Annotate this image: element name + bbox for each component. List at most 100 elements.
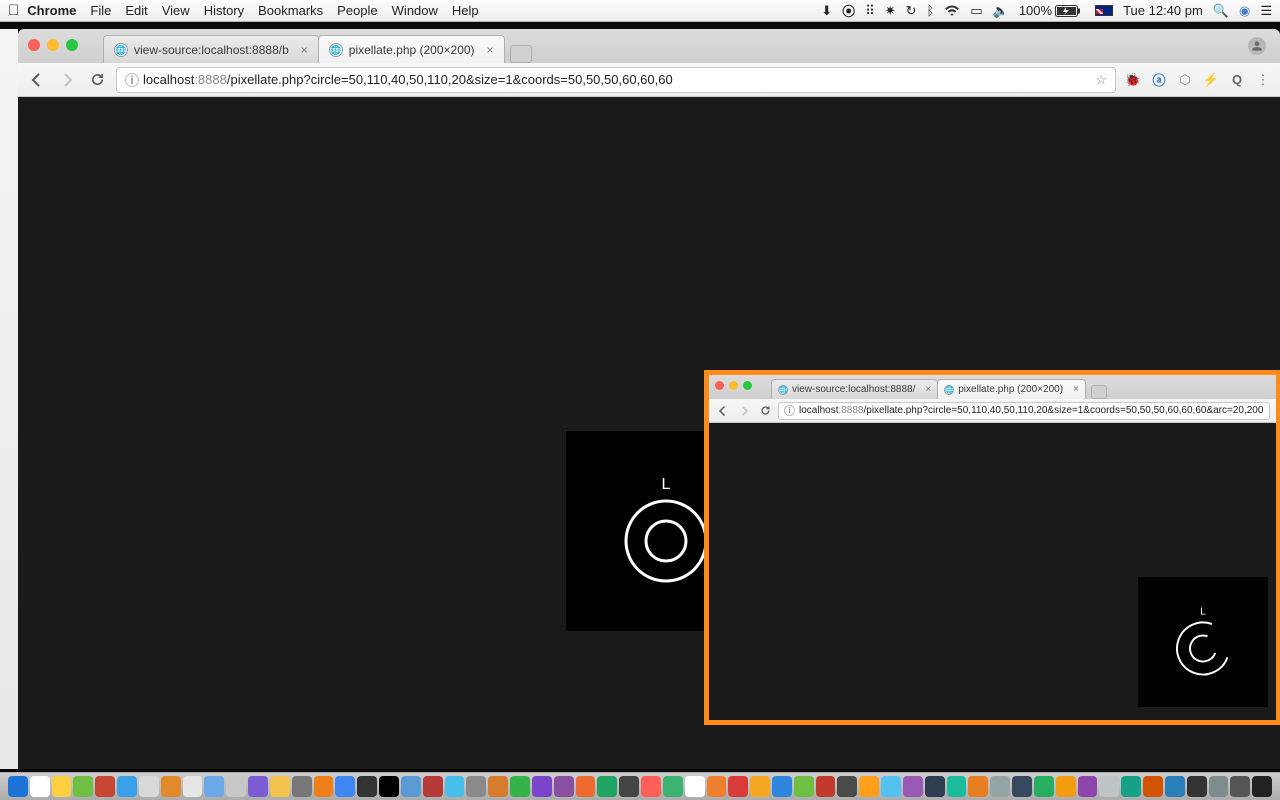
menubar-wifi-icon[interactable]	[944, 5, 960, 17]
nav-back-button[interactable]	[26, 69, 48, 91]
dock-app-icon[interactable]	[1099, 776, 1119, 797]
nav-forward-button[interactable]	[736, 403, 752, 419]
dock-app-icon[interactable]	[270, 776, 290, 797]
menubar-extra-download-icon[interactable]: ⬇︎	[821, 3, 832, 19]
address-bar[interactable]: i localhost:8888/pixellate.php?circle=50…	[778, 402, 1270, 420]
browser-tab-1[interactable]: 🌐 view-source:localhost:8888/b ×	[103, 35, 319, 63]
dock-app-icon[interactable]	[445, 776, 465, 797]
dock-app-icon[interactable]	[728, 776, 748, 797]
dock-app-icon[interactable]	[947, 776, 967, 797]
menubar-extra-timemachine-icon[interactable]: ↻	[906, 3, 917, 19]
dock-app-icon[interactable]	[95, 776, 115, 797]
dock-app-icon[interactable]	[73, 776, 93, 797]
menubar-extra-av-icon[interactable]: ✷	[885, 3, 896, 19]
extension-icon-3[interactable]: ⬡	[1176, 71, 1194, 89]
browser-tab-1[interactable]: 🌐 view-source:localhost:8888/ ×	[771, 379, 938, 399]
window-minimize-button[interactable]	[47, 39, 59, 51]
nav-back-button[interactable]	[715, 403, 731, 419]
menubar-spotlight-icon[interactable]: 🔍	[1213, 3, 1229, 19]
dock-app-icon[interactable]	[1078, 776, 1098, 797]
chrome-menu-icon[interactable]: ⋮	[1254, 71, 1272, 89]
new-tab-button[interactable]	[1091, 385, 1107, 399]
dock-app-icon[interactable]	[750, 776, 770, 797]
menubar-airplay-icon[interactable]: ▭	[970, 3, 982, 19]
menu-file[interactable]: File	[90, 3, 111, 18]
extension-search-icon[interactable]: Q	[1228, 71, 1246, 89]
menu-bookmarks[interactable]: Bookmarks	[258, 3, 323, 18]
site-info-icon[interactable]: i	[784, 405, 795, 416]
dock-app-icon[interactable]	[772, 776, 792, 797]
dock-app-icon[interactable]	[1252, 776, 1272, 797]
menubar-extra-record-icon[interactable]: ⦿	[842, 1, 855, 20]
dock-app-icon[interactable]	[423, 776, 443, 797]
extension-icon-2[interactable]: ⓐ	[1150, 71, 1168, 89]
dock-app-icon[interactable]	[139, 776, 159, 797]
dock-app-icon[interactable]	[641, 776, 661, 797]
window-close-button[interactable]	[28, 39, 40, 51]
new-tab-button[interactable]	[510, 45, 532, 63]
dock-app-icon[interactable]	[859, 776, 879, 797]
address-bar[interactable]: i localhost:8888/pixellate.php?circle=50…	[116, 67, 1116, 93]
dock-app-icon[interactable]	[488, 776, 508, 797]
window-minimize-button[interactable]	[729, 381, 738, 390]
menubar-app-name[interactable]: Chrome	[27, 3, 76, 18]
dock-app-icon[interactable]	[204, 776, 224, 797]
menubar-flag-icon[interactable]	[1091, 5, 1113, 16]
dock-app-icon[interactable]	[1187, 776, 1207, 797]
tab-close-icon[interactable]: ×	[301, 43, 308, 57]
dock-app-icon[interactable]	[707, 776, 727, 797]
dock-app-icon[interactable]	[663, 776, 683, 797]
profile-avatar-icon[interactable]	[1248, 37, 1266, 55]
dock-app-icon[interactable]	[554, 776, 574, 797]
menubar-volume-icon[interactable]: 🔈	[993, 3, 1009, 19]
menubar-extra-dots-icon[interactable]: ⠿	[865, 3, 875, 19]
nav-forward-button[interactable]	[56, 69, 78, 91]
dock-app-icon[interactable]	[510, 776, 530, 797]
dock-app-icon[interactable]	[990, 776, 1010, 797]
dock-app-icon[interactable]	[968, 776, 988, 797]
dock-app-icon[interactable]	[401, 776, 421, 797]
menubar-battery[interactable]: 100%	[1019, 3, 1081, 18]
bookmark-star-icon[interactable]: ☆	[1095, 72, 1107, 88]
dock-app-icon[interactable]	[619, 776, 639, 797]
window-close-button[interactable]	[715, 381, 724, 390]
dock-app-icon[interactable]	[248, 776, 268, 797]
dock-app-icon[interactable]	[1121, 776, 1141, 797]
nav-reload-button[interactable]	[757, 403, 773, 419]
nav-reload-button[interactable]	[86, 69, 108, 91]
dock-app-icon[interactable]	[183, 776, 203, 797]
dock-app-icon[interactable]	[881, 776, 901, 797]
dock-app-icon[interactable]	[794, 776, 814, 797]
menubar-bluetooth-icon[interactable]: ᛒ	[927, 3, 935, 18]
dock-app-icon[interactable]	[8, 776, 28, 797]
dock-app-icon[interactable]	[925, 776, 945, 797]
dock-app-icon[interactable]	[1165, 776, 1185, 797]
menu-history[interactable]: History	[204, 3, 244, 18]
dock-app-icon[interactable]	[314, 776, 334, 797]
dock-app-icon[interactable]	[532, 776, 552, 797]
menu-view[interactable]: View	[162, 3, 190, 18]
dock-app-icon[interactable]	[685, 776, 705, 797]
menubar-clock[interactable]: Tue 12:40 pm	[1123, 3, 1203, 18]
extension-icon-1[interactable]: 🐞	[1124, 71, 1142, 89]
dock-app-icon[interactable]	[30, 776, 50, 797]
dock-app-icon[interactable]	[1143, 776, 1163, 797]
browser-tab-2[interactable]: 🌐 pixellate.php (200×200) ×	[937, 379, 1086, 399]
dock-app-icon[interactable]	[292, 776, 312, 797]
dock-app-icon[interactable]	[117, 776, 137, 797]
dock-app-icon[interactable]	[335, 776, 355, 797]
extension-icon-4[interactable]: ⚡	[1202, 71, 1220, 89]
dock-app-icon[interactable]	[1230, 776, 1250, 797]
dock-app-icon[interactable]	[161, 776, 181, 797]
dock-app-icon[interactable]	[816, 776, 836, 797]
apple-menu-icon[interactable]: 	[8, 2, 19, 19]
dock-app-icon[interactable]	[379, 776, 399, 797]
menu-help[interactable]: Help	[452, 3, 479, 18]
menubar-notification-center-icon[interactable]: ☰	[1260, 3, 1272, 19]
menu-edit[interactable]: Edit	[125, 3, 147, 18]
browser-tab-2[interactable]: 🌐 pixellate.php (200×200) ×	[318, 35, 505, 63]
menu-people[interactable]: People	[337, 3, 377, 18]
dock-app-icon[interactable]	[903, 776, 923, 797]
dock-app-icon[interactable]	[1209, 776, 1229, 797]
dock-app-icon[interactable]	[837, 776, 857, 797]
